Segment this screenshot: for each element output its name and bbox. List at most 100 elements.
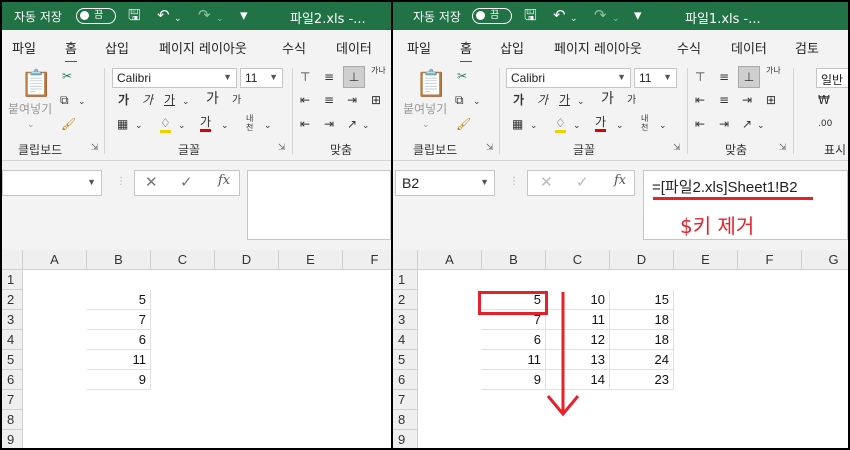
row-header-5[interactable]: 5	[393, 350, 418, 370]
fill-color-dropdown-icon[interactable]: ⌄	[178, 119, 186, 133]
autosave-toggle[interactable]: 끔	[472, 8, 512, 24]
cell-b4[interactable]: 6	[482, 330, 546, 350]
formula-input[interactable]	[247, 170, 391, 240]
tab-insert[interactable]: 삽입	[500, 38, 524, 57]
column-header-a[interactable]: A	[418, 250, 482, 270]
font-launcher-icon[interactable]: ⇲	[278, 143, 286, 153]
tab-insert[interactable]: 삽입	[105, 38, 129, 57]
tab-home[interactable]: 홈	[65, 38, 77, 64]
orientation-icon[interactable]: ↗	[742, 117, 752, 131]
cell-d2[interactable]: 15	[610, 290, 674, 310]
tab-file[interactable]: 파일	[407, 38, 431, 57]
row-header-1[interactable]: 1	[2, 270, 23, 290]
row-header-3[interactable]: 3	[2, 310, 23, 330]
increase-decimal-icon[interactable]: .00	[818, 117, 832, 131]
select-all-corner[interactable]	[2, 250, 23, 270]
wrap-text-button[interactable]: 가나	[371, 66, 387, 75]
column-header-b[interactable]: B	[87, 250, 151, 270]
fill-color-icon[interactable]: ♢	[555, 116, 566, 133]
name-box[interactable]: ▼	[2, 170, 102, 196]
row-header-2[interactable]: 2	[2, 290, 23, 310]
cell-b3[interactable]: 7	[87, 310, 151, 330]
tab-review[interactable]: 검토	[795, 38, 819, 57]
row-header-6[interactable]: 6	[2, 370, 23, 390]
shrink-font-button[interactable]: 가	[232, 94, 241, 108]
decrease-indent-icon[interactable]: ⇤	[695, 117, 705, 131]
italic-button[interactable]: 가	[537, 93, 548, 107]
column-header-e[interactable]: E	[674, 250, 738, 270]
grow-font-button[interactable]: 가	[206, 92, 219, 106]
row-header-5[interactable]: 5	[2, 350, 23, 370]
row-header-4[interactable]: 4	[2, 330, 23, 350]
format-painter-icon[interactable]: 🖌	[61, 117, 76, 131]
paste-label[interactable]: 붙여넣기	[8, 102, 52, 116]
undo-icon[interactable]: ↶	[157, 6, 170, 24]
increase-indent-icon[interactable]: ⇥	[719, 117, 729, 131]
undo-dropdown-icon[interactable]: ⌄	[570, 10, 578, 28]
cell-b6[interactable]: 9	[482, 370, 546, 390]
worksheet-grid[interactable]: A B C D E F G 1 2 3 4 5 6 7 8 9 5 10 15 7 11…	[393, 250, 848, 448]
row-header-8[interactable]: 8	[2, 410, 23, 430]
column-header-c[interactable]: C	[546, 250, 610, 270]
undo-dropdown-icon[interactable]: ⌄	[174, 10, 182, 28]
font-color-button[interactable]: 가	[595, 115, 607, 132]
phonetic-button[interactable]: 내천	[246, 114, 260, 132]
tab-formulas[interactable]: 수식	[677, 38, 701, 57]
orientation-dropdown-icon[interactable]: ⌄	[362, 119, 370, 133]
align-bottom-icon[interactable]: ⊥	[738, 66, 760, 88]
cut-icon[interactable]: ✂	[62, 69, 72, 83]
borders-dropdown-icon[interactable]: ⌄	[135, 119, 143, 133]
fill-color-dropdown-icon[interactable]: ⌄	[573, 119, 581, 133]
cell-b6[interactable]: 9	[87, 370, 151, 390]
tab-page-layout[interactable]: 페이지 레이아웃	[554, 38, 642, 57]
customize-toolbar-icon[interactable]: ▾	[240, 6, 248, 24]
align-right-icon[interactable]: ⇥	[347, 93, 357, 107]
align-middle-icon[interactable]: ≡	[719, 70, 729, 84]
tab-data[interactable]: 데이터	[731, 38, 767, 57]
cell-d4[interactable]: 18	[610, 330, 674, 350]
copy-icon[interactable]: ⧉	[455, 93, 464, 107]
align-top-icon[interactable]: ⊤	[695, 70, 705, 84]
column-header-f[interactable]: F	[738, 250, 802, 270]
align-left-icon[interactable]: ⇤	[300, 93, 310, 107]
phonetic-dropdown-icon[interactable]: ⌄	[659, 119, 667, 133]
row-header-6[interactable]: 6	[393, 370, 418, 390]
cell-b5[interactable]: 11	[482, 350, 546, 370]
bold-button[interactable]: 가	[513, 93, 524, 107]
tab-formulas[interactable]: 수식	[282, 38, 306, 57]
align-middle-icon[interactable]: ≡	[324, 70, 334, 84]
enter-icon[interactable]: ✓	[576, 173, 589, 191]
row-header-8[interactable]: 8	[393, 410, 418, 430]
column-header-e[interactable]: E	[279, 250, 343, 270]
copy-icon[interactable]: ⧉	[60, 93, 69, 107]
merge-center-icon[interactable]: ⊞	[371, 93, 381, 107]
row-header-3[interactable]: 3	[393, 310, 418, 330]
row-header-1[interactable]: 1	[393, 270, 418, 290]
font-color-button[interactable]: 가	[200, 115, 212, 132]
save-icon[interactable]: 🖫	[128, 6, 141, 24]
format-painter-icon[interactable]: 🖌	[456, 117, 471, 131]
font-name-select[interactable]: Calibri ▼	[112, 68, 237, 88]
column-header-b[interactable]: B	[482, 250, 546, 270]
borders-icon[interactable]: ▦	[117, 117, 128, 131]
borders-dropdown-icon[interactable]: ⌄	[530, 119, 538, 133]
font-launcher-icon[interactable]: ⇲	[673, 143, 681, 153]
cell-b2[interactable]: 5	[87, 290, 151, 310]
merge-center-icon[interactable]: ⊞	[766, 93, 776, 107]
cut-icon[interactable]: ✂	[457, 69, 467, 83]
paste-dropdown-icon[interactable]: ⌄	[422, 118, 430, 132]
tab-data[interactable]: 데이터	[336, 38, 372, 57]
column-header-g[interactable]: G	[802, 250, 848, 270]
cell-b5[interactable]: 11	[87, 350, 151, 370]
borders-icon[interactable]: ▦	[512, 117, 523, 131]
fill-color-icon[interactable]: ♢	[160, 116, 171, 133]
bold-button[interactable]: 가	[118, 93, 129, 107]
underline-dropdown-icon[interactable]: ⌄	[577, 95, 585, 109]
accounting-format-icon[interactable]: ₩	[818, 93, 830, 107]
align-center-icon[interactable]: ≡	[324, 93, 334, 107]
phonetic-dropdown-icon[interactable]: ⌄	[264, 119, 272, 133]
row-header-2[interactable]: 2	[393, 290, 418, 310]
font-size-select[interactable]: 11 ▼	[634, 68, 677, 88]
column-header-d[interactable]: D	[610, 250, 674, 270]
customize-toolbar-icon[interactable]: ▾	[634, 6, 642, 24]
